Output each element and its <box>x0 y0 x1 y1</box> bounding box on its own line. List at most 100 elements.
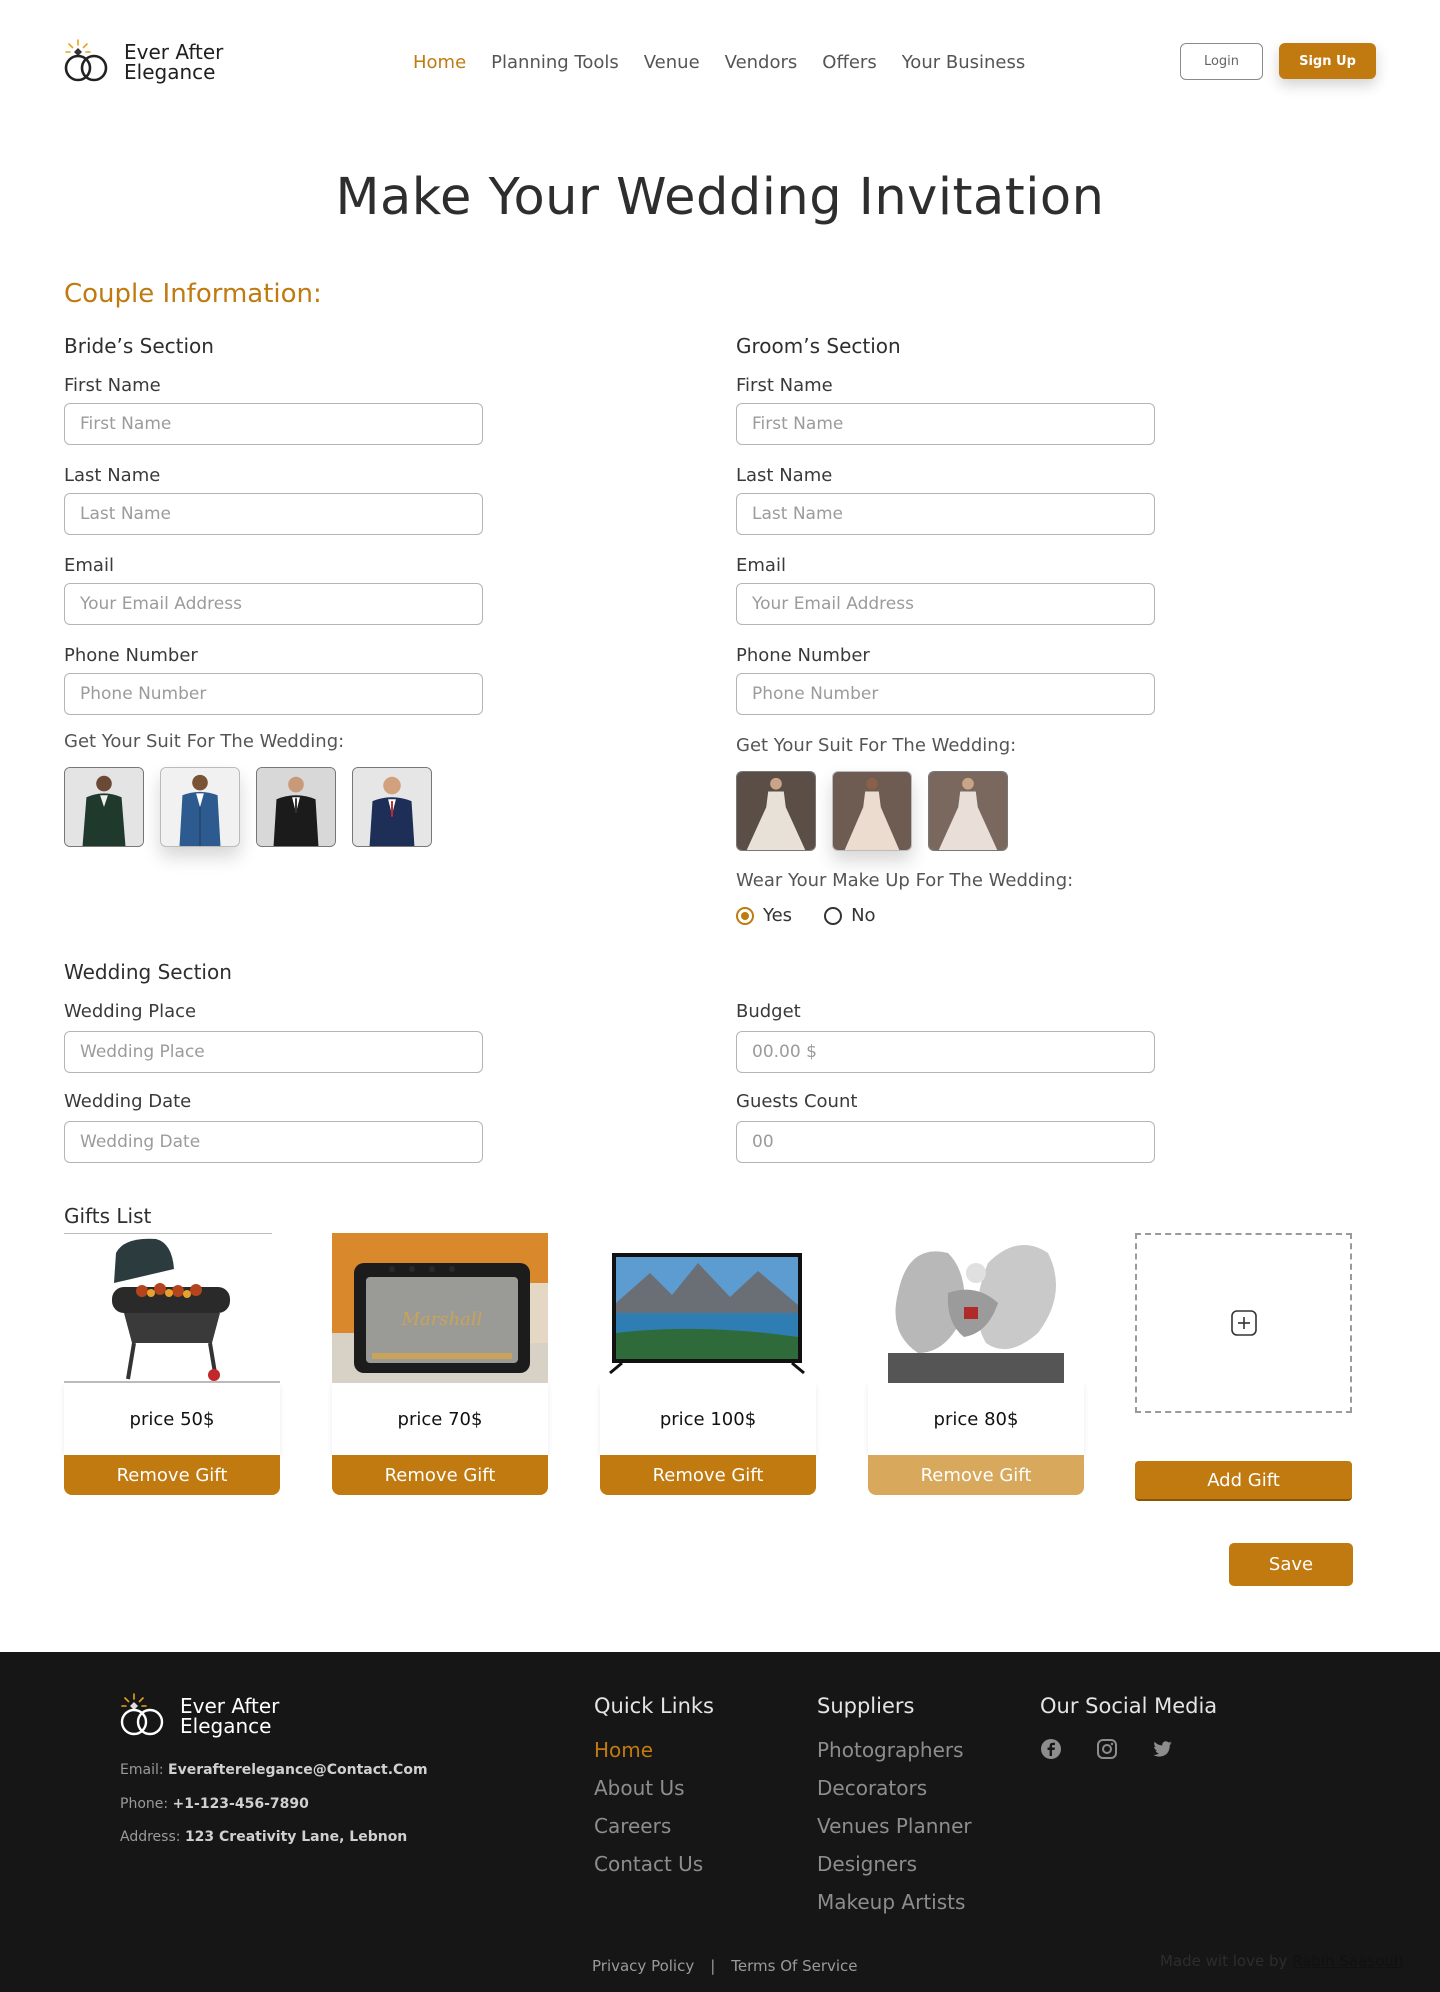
signup-button[interactable]: Sign Up <box>1279 43 1376 79</box>
nav-planning-tools[interactable]: Planning Tools <box>491 52 619 73</box>
nav-your-business[interactable]: Your Business <box>902 52 1026 73</box>
bride-phone-label: Phone Number <box>64 645 198 666</box>
groom-section-title: Groom’s Section <box>736 334 901 358</box>
footer-address-label: Address: <box>120 1829 181 1845</box>
nav-offers[interactable]: Offers <box>822 52 876 73</box>
suit-option-black[interactable] <box>256 767 336 847</box>
footer-link-about-us[interactable]: About Us <box>594 1776 703 1801</box>
social-media-title: Our Social Media <box>1040 1694 1218 1718</box>
guests-count-input[interactable] <box>736 1121 1155 1163</box>
wedding-date-label: Wedding Date <box>64 1091 192 1112</box>
privacy-policy-link[interactable]: Privacy Policy <box>592 1957 694 1975</box>
footer-logo[interactable]: Ever After Elegance <box>120 1692 279 1740</box>
gift-image: Marshall <box>332 1233 548 1383</box>
footer-email-label: Email: <box>120 1762 164 1778</box>
sculpture-icon <box>868 1233 1084 1383</box>
nav-home[interactable]: Home <box>413 52 466 73</box>
wedding-place-input[interactable] <box>64 1031 483 1073</box>
facebook-icon[interactable] <box>1040 1738 1062 1760</box>
groom-first-name-label: First Name <box>736 375 833 396</box>
footer-link-designers[interactable]: Designers <box>817 1852 972 1877</box>
dress-option-1[interactable] <box>736 771 816 851</box>
dress-3-image <box>929 772 1007 850</box>
footer-link-venues-planner[interactable]: Venues Planner <box>817 1814 972 1839</box>
suit-options <box>64 767 432 847</box>
makeup-radio-group: Yes No <box>736 905 876 926</box>
footer-address-value: 123 Creativity Lane, Lebnon <box>184 1829 408 1845</box>
dress-options <box>736 771 1008 851</box>
gift-card: price 50$ Remove Gift <box>64 1233 280 1495</box>
brand-line-1: Ever After <box>124 40 224 64</box>
bride-phone-input[interactable] <box>64 673 483 715</box>
brand-name: Ever After Elegance <box>124 42 223 82</box>
budget-label: Budget <box>736 1001 801 1022</box>
bride-last-name-input[interactable] <box>64 493 483 535</box>
suit-option-green[interactable] <box>64 767 144 847</box>
made-with-text: Made wit love by <box>1160 1952 1288 1970</box>
quick-links-list: Home About Us Careers Contact Us <box>594 1738 703 1877</box>
makeup-label: Wear Your Make Up For The Wedding: <box>736 870 1074 891</box>
remove-gift-button[interactable]: Remove Gift <box>868 1455 1084 1495</box>
footer-link-decorators[interactable]: Decorators <box>817 1776 972 1801</box>
footer-phone: Phone: +1-123-456-7890 <box>120 1796 309 1812</box>
brand-line-1: Ever After <box>180 1694 280 1718</box>
dress-1-image <box>737 772 815 850</box>
footer-link-home[interactable]: Home <box>594 1738 703 1763</box>
footer-link-photographers[interactable]: Photographers <box>817 1738 972 1763</box>
wedding-rings-icon <box>120 1693 164 1736</box>
brand-logo[interactable]: Ever After Elegance <box>64 38 223 86</box>
couple-info-heading: Couple Information: <box>64 279 322 309</box>
site-footer: Ever After Elegance Email: Everaftereleg… <box>0 1652 1440 1992</box>
remove-gift-button[interactable]: Remove Gift <box>332 1455 548 1495</box>
dress-2-image <box>833 772 911 850</box>
twitter-icon[interactable] <box>1152 1738 1174 1760</box>
gift-card: Marshall price 70$ Remove Gift <box>332 1233 548 1495</box>
nav-venue[interactable]: Venue <box>644 52 700 73</box>
suit-option-navy[interactable] <box>352 767 432 847</box>
gift-image <box>64 1233 280 1383</box>
groom-phone-input[interactable] <box>736 673 1155 715</box>
main-nav: Home Planning Tools Venue Vendors Offers… <box>413 52 1025 73</box>
footer-address: Address: 123 Creativity Lane, Lebnon <box>120 1829 407 1845</box>
add-gift-button[interactable]: Add Gift <box>1135 1461 1352 1501</box>
gift-price: price 70$ <box>332 1383 548 1455</box>
legal-separator: | <box>710 1957 716 1975</box>
suit-black-image <box>257 768 335 846</box>
footer-link-contact-us[interactable]: Contact Us <box>594 1852 703 1877</box>
instagram-icon[interactable] <box>1096 1738 1118 1760</box>
bride-email-input[interactable] <box>64 583 483 625</box>
budget-input[interactable] <box>736 1031 1155 1073</box>
groom-suit-label: Get Your Suit For The Wedding: <box>736 735 1017 756</box>
footer-link-makeup-artists[interactable]: Makeup Artists <box>817 1890 972 1915</box>
nav-vendors[interactable]: Vendors <box>725 52 798 73</box>
wedding-date-input[interactable] <box>64 1121 483 1163</box>
suit-green-image <box>65 768 143 846</box>
gift-card: price 100$ Remove Gift <box>600 1233 816 1495</box>
add-gift-dropzone[interactable] <box>1135 1233 1352 1413</box>
footer-link-careers[interactable]: Careers <box>594 1814 703 1839</box>
groom-last-name-input[interactable] <box>736 493 1155 535</box>
dress-option-3[interactable] <box>928 771 1008 851</box>
footer-email-value[interactable]: Everafterelegance@Contact.Com <box>168 1762 428 1778</box>
gifts-list-title: Gifts List <box>64 1204 152 1228</box>
save-button[interactable]: Save <box>1229 1543 1353 1586</box>
bride-first-name-input[interactable] <box>64 403 483 445</box>
groom-last-name-label: Last Name <box>736 465 833 486</box>
bride-section-title: Bride’s Section <box>64 334 214 358</box>
dress-option-2[interactable] <box>832 771 912 851</box>
svg-text:Marshall: Marshall <box>401 1309 483 1330</box>
author-link[interactable]: Rabih Saasouh <box>1292 1952 1403 1970</box>
remove-gift-button[interactable]: Remove Gift <box>64 1455 280 1495</box>
remove-gift-button[interactable]: Remove Gift <box>600 1455 816 1495</box>
brand-line-2: Elegance <box>180 1714 272 1738</box>
groom-email-input[interactable] <box>736 583 1155 625</box>
groom-first-name-input[interactable] <box>736 403 1155 445</box>
makeup-no-radio[interactable]: No <box>824 905 876 926</box>
makeup-yes-radio[interactable]: Yes <box>736 905 792 926</box>
suit-blue-image <box>161 768 239 846</box>
suit-option-blue[interactable] <box>160 767 240 847</box>
wedding-rings-icon <box>64 39 108 82</box>
makeup-no-label: No <box>851 905 876 926</box>
terms-of-service-link[interactable]: Terms Of Service <box>731 1957 857 1975</box>
login-button[interactable]: Login <box>1180 43 1263 80</box>
